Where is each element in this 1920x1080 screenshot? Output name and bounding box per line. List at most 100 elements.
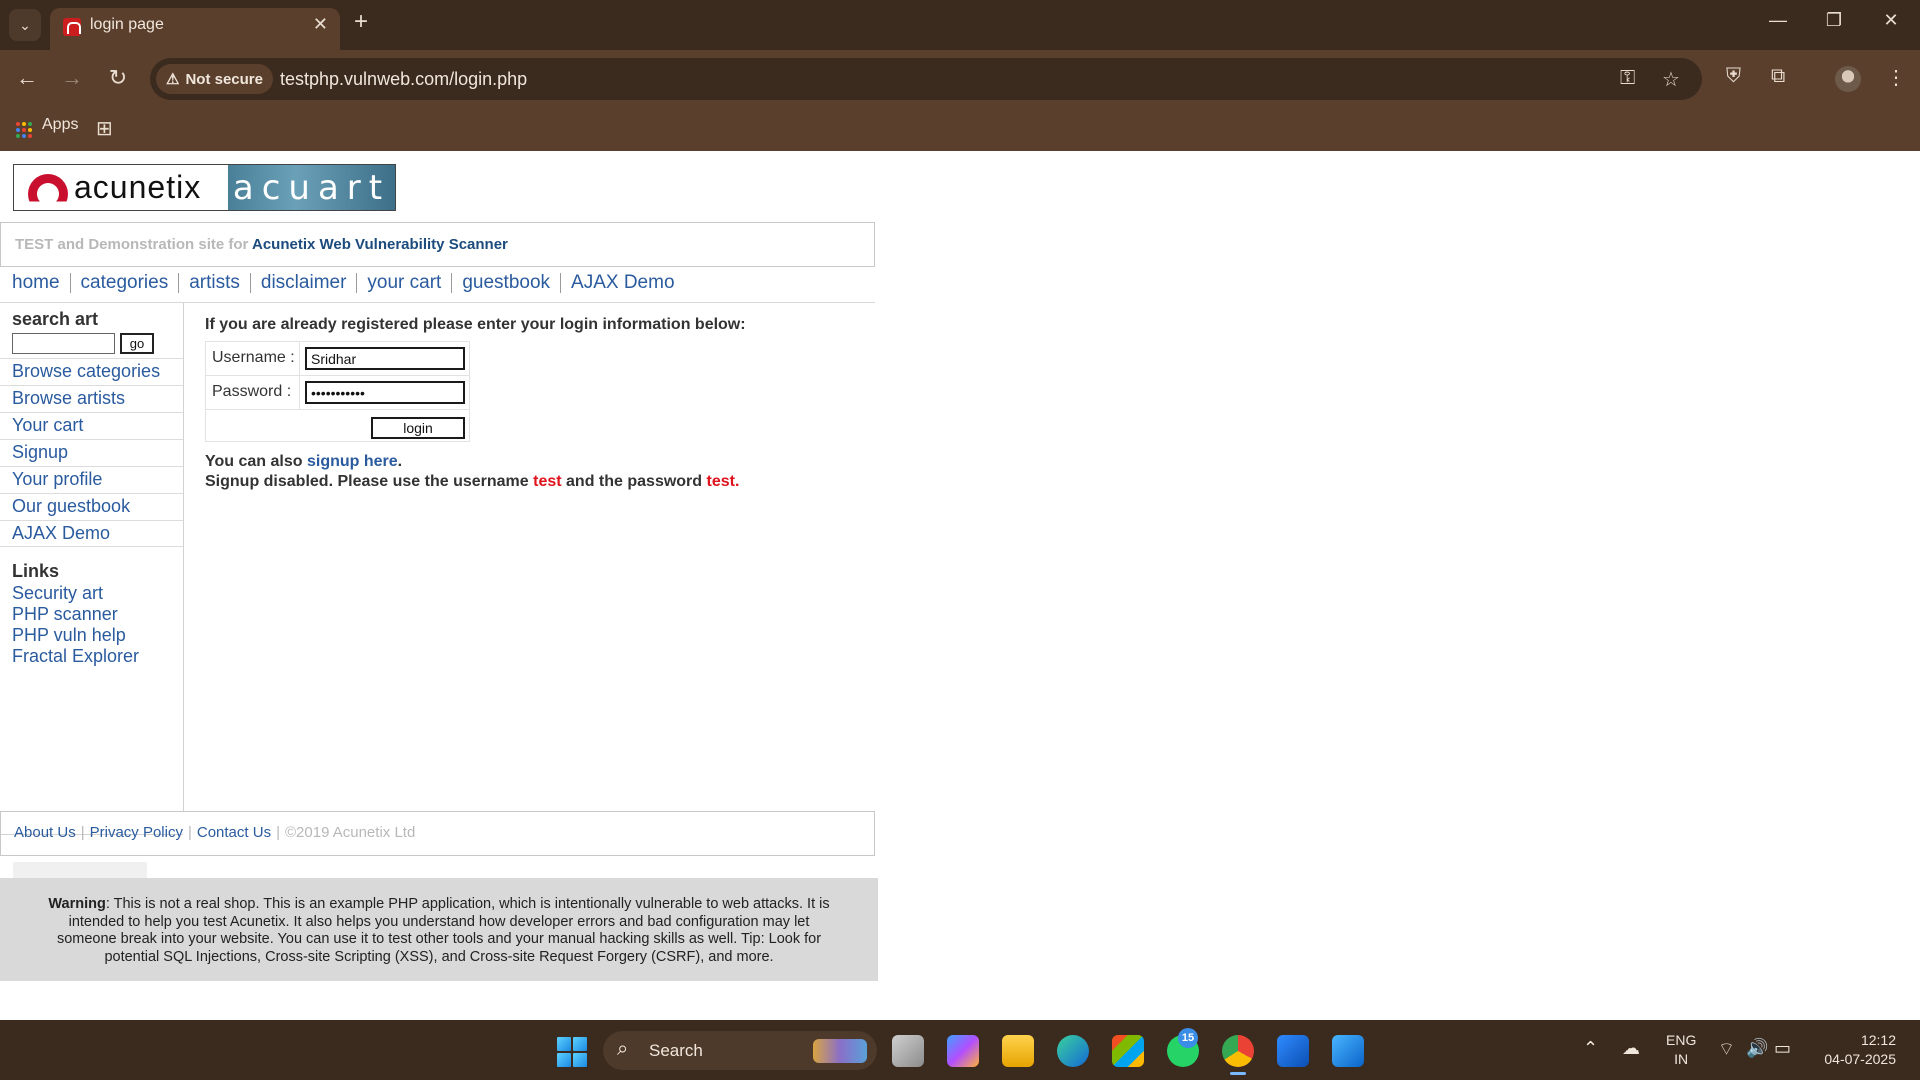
sidebar-item-browse-categories[interactable]: Browse categories — [0, 358, 183, 385]
warning-triangle-icon: ⚠ — [166, 71, 180, 88]
bookmark-star-icon[interactable]: ☆ — [1662, 67, 1680, 92]
username-input[interactable]: Sridhar — [305, 347, 465, 370]
test-username-hint: test — [533, 473, 562, 490]
signup-suffix: . — [397, 453, 403, 470]
username-label: Username : — [212, 349, 295, 366]
signup-line: You can also signup here. — [205, 452, 739, 472]
sidebar-item-signup[interactable]: Signup — [0, 439, 183, 466]
close-tab-icon[interactable]: ✕ — [313, 14, 328, 35]
nav-artists[interactable]: artists — [178, 273, 250, 293]
file-explorer-icon[interactable] — [1002, 1035, 1034, 1067]
nav-categories[interactable]: categories — [69, 273, 179, 293]
apps-bookmark-label[interactable]: Apps — [42, 116, 78, 134]
back-arrow-icon[interactable]: ← — [12, 65, 42, 91]
site-footer: About Us | Privacy Policy | Contact Us |… — [0, 811, 875, 856]
search-go-button[interactable]: go — [120, 333, 154, 354]
sidebar-item-ajax-demo[interactable]: AJAX Demo — [0, 520, 183, 547]
footer-privacy-policy-link[interactable]: Privacy Policy — [90, 824, 183, 841]
forward-arrow-icon[interactable]: → — [57, 65, 87, 91]
form-row-divider — [206, 409, 469, 410]
nav-disclaimer[interactable]: disclaimer — [249, 273, 357, 293]
warning-notice: Warning: This is not a real shop. This i… — [0, 878, 878, 981]
acuart-logo: acuart — [228, 165, 395, 210]
form-column-divider — [299, 342, 300, 409]
onedrive-status-icon[interactable]: ☁ — [1622, 1038, 1640, 1059]
copilot-icon[interactable] — [947, 1035, 979, 1067]
links-list: Security art PHP scanner PHP vuln help F… — [12, 583, 139, 667]
sidebar-item-your-profile[interactable]: Your profile — [0, 466, 183, 493]
password-label: Password : — [212, 383, 292, 400]
banner-product-link[interactable]: Acunetix Web Vulnerability Scanner — [252, 236, 508, 253]
show-hidden-icons-icon[interactable]: ⌃ — [1583, 1038, 1598, 1059]
nav-ajax-demo[interactable]: AJAX Demo — [560, 273, 684, 293]
tab-bar: ⌄ login page ✕ + — ❐ ✕ — [0, 0, 1920, 50]
new-tab-button[interactable]: + — [354, 8, 368, 36]
whatsapp-unread-badge: 15 — [1178, 1028, 1198, 1048]
minimize-window-icon[interactable]: — — [1758, 10, 1798, 31]
search-icon: ⌕ — [617, 1038, 629, 1060]
tab-search-chevron-icon[interactable]: ⌄ — [9, 9, 41, 41]
battery-icon[interactable]: ▭ — [1774, 1038, 1791, 1059]
web-page: acunetix acuart TEST and Demonstration s… — [0, 151, 1920, 1020]
chrome-active-indicator — [1230, 1072, 1246, 1075]
system-clock[interactable]: 12:12 04-07-2025 — [1816, 1031, 1896, 1069]
pinned-app-icon[interactable] — [1277, 1035, 1309, 1067]
search-art-input[interactable] — [12, 333, 115, 354]
wifi-icon[interactable]: ⌔ — [1718, 1038, 1735, 1061]
sidebar-item-browse-artists[interactable]: Browse artists — [0, 385, 183, 412]
nav-guestbook[interactable]: guestbook — [451, 273, 560, 293]
login-button[interactable]: login — [371, 417, 465, 439]
sidebar-item-our-guestbook[interactable]: Our guestbook — [0, 493, 183, 520]
windows-start-icon[interactable] — [557, 1037, 587, 1067]
address-bar[interactable]: ⚠ Not secure testphp.vulnweb.com/login.p… — [150, 58, 1702, 100]
test-password-hint: test — [706, 473, 735, 490]
tab-login-page[interactable]: login page ✕ — [50, 8, 340, 50]
tab-groups-icon[interactable]: ⊞ — [96, 116, 113, 141]
login-form: Username : Sridhar Password : ••••••••••… — [205, 341, 470, 442]
sidebar-item-your-cart[interactable]: Your cart — [0, 412, 183, 439]
warning-body: : This is not a real shop. This is an ex… — [56, 896, 830, 965]
site-logo[interactable]: acunetix acuart — [13, 164, 396, 211]
password-input[interactable]: ••••••••••• — [305, 381, 465, 404]
password-key-icon[interactable]: ⚿ — [1620, 67, 1635, 90]
close-window-icon[interactable]: ✕ — [1871, 10, 1911, 31]
link-fractal-explorer[interactable]: Fractal Explorer — [12, 646, 139, 667]
chrome-icon[interactable] — [1222, 1035, 1254, 1067]
apps-grid-icon[interactable] — [16, 122, 32, 138]
link-php-scanner[interactable]: PHP scanner — [12, 604, 139, 625]
task-view-icon[interactable] — [892, 1035, 924, 1067]
restore-window-icon[interactable]: ❐ — [1814, 10, 1854, 31]
tab-title: login page — [90, 16, 164, 33]
reload-icon[interactable]: ↻ — [103, 65, 133, 91]
region-code: IN — [1674, 1051, 1689, 1067]
microsoft-store-icon[interactable] — [1112, 1035, 1144, 1067]
not-secure-chip[interactable]: ⚠ Not secure — [156, 64, 273, 94]
signup-disabled-line: Signup disabled. Please use the username… — [205, 472, 739, 492]
edge-browser-icon[interactable] — [1057, 1035, 1089, 1067]
profile-avatar[interactable] — [1835, 66, 1861, 92]
search-highlight-art-icon — [813, 1039, 867, 1063]
footer-separator: | — [187, 824, 192, 841]
acunetix-favicon-icon — [63, 18, 81, 36]
pinned-app-2-icon[interactable] — [1332, 1035, 1364, 1067]
footer-copyright: ©2019 Acunetix Ltd — [284, 824, 416, 841]
url-text[interactable]: testphp.vulnweb.com/login.php — [280, 69, 527, 90]
signup-prefix: You can also — [205, 453, 303, 470]
taskbar-search-box[interactable]: ⌕ Search — [603, 1031, 877, 1070]
footer-contact-us-link[interactable]: Contact Us — [197, 824, 271, 841]
link-php-vuln-help[interactable]: PHP vuln help — [12, 625, 139, 646]
language-indicator[interactable]: ENG IN — [1666, 1031, 1696, 1069]
search-art-title: search art — [12, 309, 99, 329]
signup-here-link[interactable]: signup here — [307, 453, 398, 470]
shield-extension-icon[interactable]: ⛨ — [1726, 65, 1741, 88]
acunetix-wordmark: acunetix — [74, 169, 202, 205]
nav-your-cart[interactable]: your cart — [356, 273, 451, 293]
taskbar-search-label: Search — [649, 1041, 703, 1060]
nav-home[interactable]: home — [12, 273, 70, 293]
link-security-art[interactable]: Security art — [12, 583, 139, 604]
language-code: ENG — [1666, 1032, 1697, 1048]
browser-menu-icon[interactable]: ⋮ — [1886, 65, 1906, 90]
volume-icon[interactable]: 🔊 — [1746, 1038, 1768, 1059]
extensions-puzzle-icon[interactable]: ⧉ — [1771, 65, 1785, 88]
footer-about-us-link[interactable]: About Us — [14, 824, 76, 841]
